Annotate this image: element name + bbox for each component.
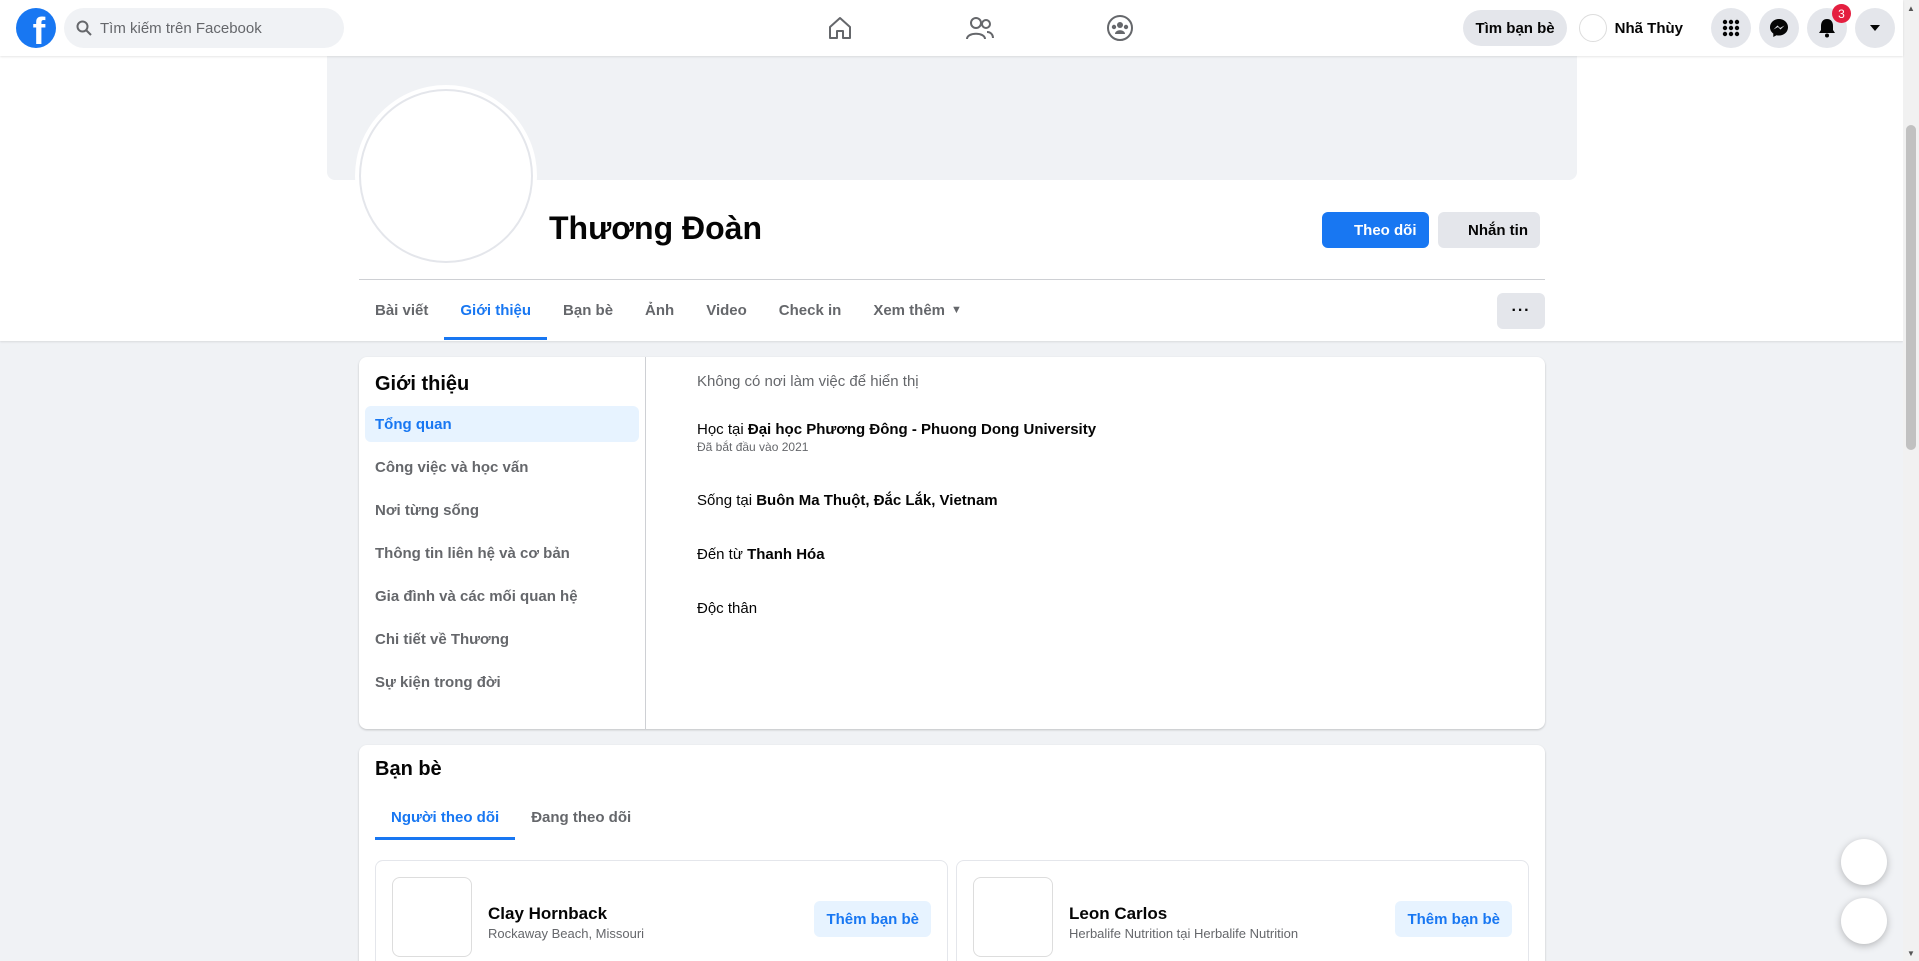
current-city-info: Sống tại Buôn Ma Thuột, Đắc Lắk, Vietnam bbox=[697, 492, 1545, 509]
person-subtitle: Rockaway Beach, Missouri bbox=[488, 926, 645, 941]
about-content: Không có nơi làm việc để hiển thị Học tạ… bbox=[646, 357, 1545, 729]
about-card: Giới thiệu Tổng quan Công việc và học vấ… bbox=[359, 357, 1545, 729]
facebook-logo-icon[interactable]: f bbox=[16, 8, 56, 48]
nav-groups[interactable] bbox=[1050, 0, 1190, 56]
hometown-prefix: Đến từ bbox=[697, 546, 748, 563]
person-subtitle: Herbalife Nutrition tại Herbalife Nutrit… bbox=[1069, 926, 1299, 941]
list-item: Leon Carlos Herbalife Nutrition tại Herb… bbox=[956, 860, 1529, 961]
education-prefix: Học tại bbox=[697, 421, 748, 438]
friends-tabs: Người theo dõi Đang theo dõi bbox=[375, 794, 647, 840]
scroll-up-icon[interactable]: ▲ bbox=[1903, 0, 1919, 16]
person-name[interactable]: Leon Carlos bbox=[1069, 904, 1167, 924]
scroll-thumb[interactable] bbox=[1906, 125, 1916, 450]
about-nav-life-events[interactable]: Sự kiện trong đời bbox=[365, 664, 639, 700]
tab-videos[interactable]: Video bbox=[690, 280, 763, 340]
list-item: Clay Hornback Rockaway Beach, Missouri T… bbox=[375, 860, 948, 961]
relationship-info: Độc thân bbox=[697, 600, 758, 617]
friends-title: Bạn bè bbox=[375, 758, 442, 780]
tab-more-label: Xem thêm bbox=[873, 301, 946, 319]
search-box[interactable] bbox=[64, 8, 344, 48]
current-city-prefix: Sống tại bbox=[697, 492, 757, 509]
avatar bbox=[1578, 14, 1607, 42]
user-name: Nhã Thùy bbox=[1614, 19, 1683, 37]
home-icon bbox=[829, 17, 851, 39]
messenger-icon bbox=[1770, 19, 1788, 37]
new-message-button[interactable] bbox=[1841, 898, 1887, 944]
bell-icon bbox=[1819, 19, 1835, 38]
top-navigation-bar: f Tìm bạn bè Nhã Thùy 3 bbox=[0, 0, 1903, 56]
tab-checkins[interactable]: Check in bbox=[763, 280, 858, 340]
tab-photos[interactable]: Ảnh bbox=[629, 280, 690, 340]
work-info: Không có nơi làm việc để hiển thị bbox=[697, 373, 919, 390]
scrollbar[interactable]: ▲ ▼ bbox=[1903, 0, 1919, 961]
friends-card: Bạn bè Người theo dõi Đang theo dõi Clay… bbox=[359, 745, 1545, 961]
scroll-down-icon[interactable]: ▼ bbox=[1903, 945, 1919, 961]
about-title: Giới thiệu bbox=[375, 373, 470, 395]
menu-button[interactable] bbox=[1711, 8, 1751, 48]
grid-menu-icon bbox=[1722, 19, 1740, 37]
profile-header: Thương Đoàn Theo dõi Nhắn tin Bài viết G… bbox=[0, 56, 1903, 341]
search-input[interactable] bbox=[100, 19, 320, 37]
find-friends-button[interactable]: Tìm bạn bè bbox=[1463, 10, 1567, 46]
about-nav-work-education[interactable]: Công việc và học vấn bbox=[365, 449, 639, 485]
tab-about[interactable]: Giới thiệu bbox=[444, 280, 547, 340]
about-nav-details[interactable]: Chi tiết về Thương bbox=[365, 621, 639, 657]
caret-down-icon bbox=[1870, 25, 1880, 31]
nav-friends[interactable] bbox=[910, 0, 1050, 56]
avatar[interactable] bbox=[973, 877, 1053, 957]
profile-name: Thương Đoàn bbox=[549, 210, 762, 246]
add-friend-button[interactable]: Thêm bạn bè bbox=[814, 901, 931, 937]
notifications-button[interactable]: 3 bbox=[1807, 4, 1851, 48]
groups-icon bbox=[1107, 15, 1133, 41]
friends-icon bbox=[966, 17, 994, 40]
education-place-link[interactable]: Đại học Phương Đông - Phuong Dong Univer… bbox=[748, 421, 1096, 438]
nav-home[interactable] bbox=[770, 0, 910, 56]
account-button[interactable] bbox=[1855, 8, 1895, 48]
person-name[interactable]: Clay Hornback bbox=[488, 904, 607, 924]
tab-friends[interactable]: Bạn bè bbox=[547, 280, 629, 340]
caret-down-icon: ▼ bbox=[951, 304, 962, 316]
current-city-link[interactable]: Buôn Ma Thuột, Đắc Lắk, Vietnam bbox=[756, 492, 997, 509]
tab-following[interactable]: Đang theo dõi bbox=[515, 794, 647, 840]
more-options-button[interactable]: ··· bbox=[1497, 293, 1545, 329]
add-friend-button[interactable]: Thêm bạn bè bbox=[1395, 901, 1512, 937]
follow-button[interactable]: Theo dõi bbox=[1322, 212, 1429, 248]
tab-followers[interactable]: Người theo dõi bbox=[375, 794, 516, 840]
tab-more[interactable]: Xem thêm ▼ bbox=[857, 280, 978, 340]
tab-posts[interactable]: Bài viết bbox=[359, 280, 444, 340]
message-button[interactable]: Nhắn tin bbox=[1438, 212, 1540, 248]
education-info: Học tại Đại học Phương Đông - Phuong Don… bbox=[697, 421, 1545, 454]
education-start: Đã bắt đầu vào 2021 bbox=[697, 440, 809, 454]
notification-badge: 3 bbox=[1832, 4, 1851, 23]
about-nav-contact-info[interactable]: Thông tin liên hệ và cơ bản bbox=[365, 535, 639, 571]
education-line: Học tại Đại học Phương Đông - Phuong Don… bbox=[697, 421, 1545, 438]
floating-chat-button[interactable] bbox=[1841, 839, 1887, 885]
profile-picture[interactable] bbox=[359, 89, 533, 263]
search-icon bbox=[76, 20, 92, 36]
avatar[interactable] bbox=[392, 877, 472, 957]
about-nav-overview[interactable]: Tổng quan bbox=[365, 406, 639, 442]
messenger-button[interactable] bbox=[1759, 8, 1799, 48]
user-profile-chip[interactable]: Nhã Thùy bbox=[1575, 10, 1695, 46]
hometown-link[interactable]: Thanh Hóa bbox=[747, 546, 825, 563]
about-nav-places-lived[interactable]: Nơi từng sống bbox=[365, 492, 639, 528]
about-navigation: Giới thiệu Tổng quan Công việc và học vấ… bbox=[359, 357, 646, 729]
about-nav-family[interactable]: Gia đình và các mối quan hệ bbox=[365, 578, 639, 614]
hometown-info: Đến từ Thanh Hóa bbox=[697, 546, 1545, 563]
profile-tabs: Bài viết Giới thiệu Bạn bè Ảnh Video Che… bbox=[359, 280, 978, 340]
